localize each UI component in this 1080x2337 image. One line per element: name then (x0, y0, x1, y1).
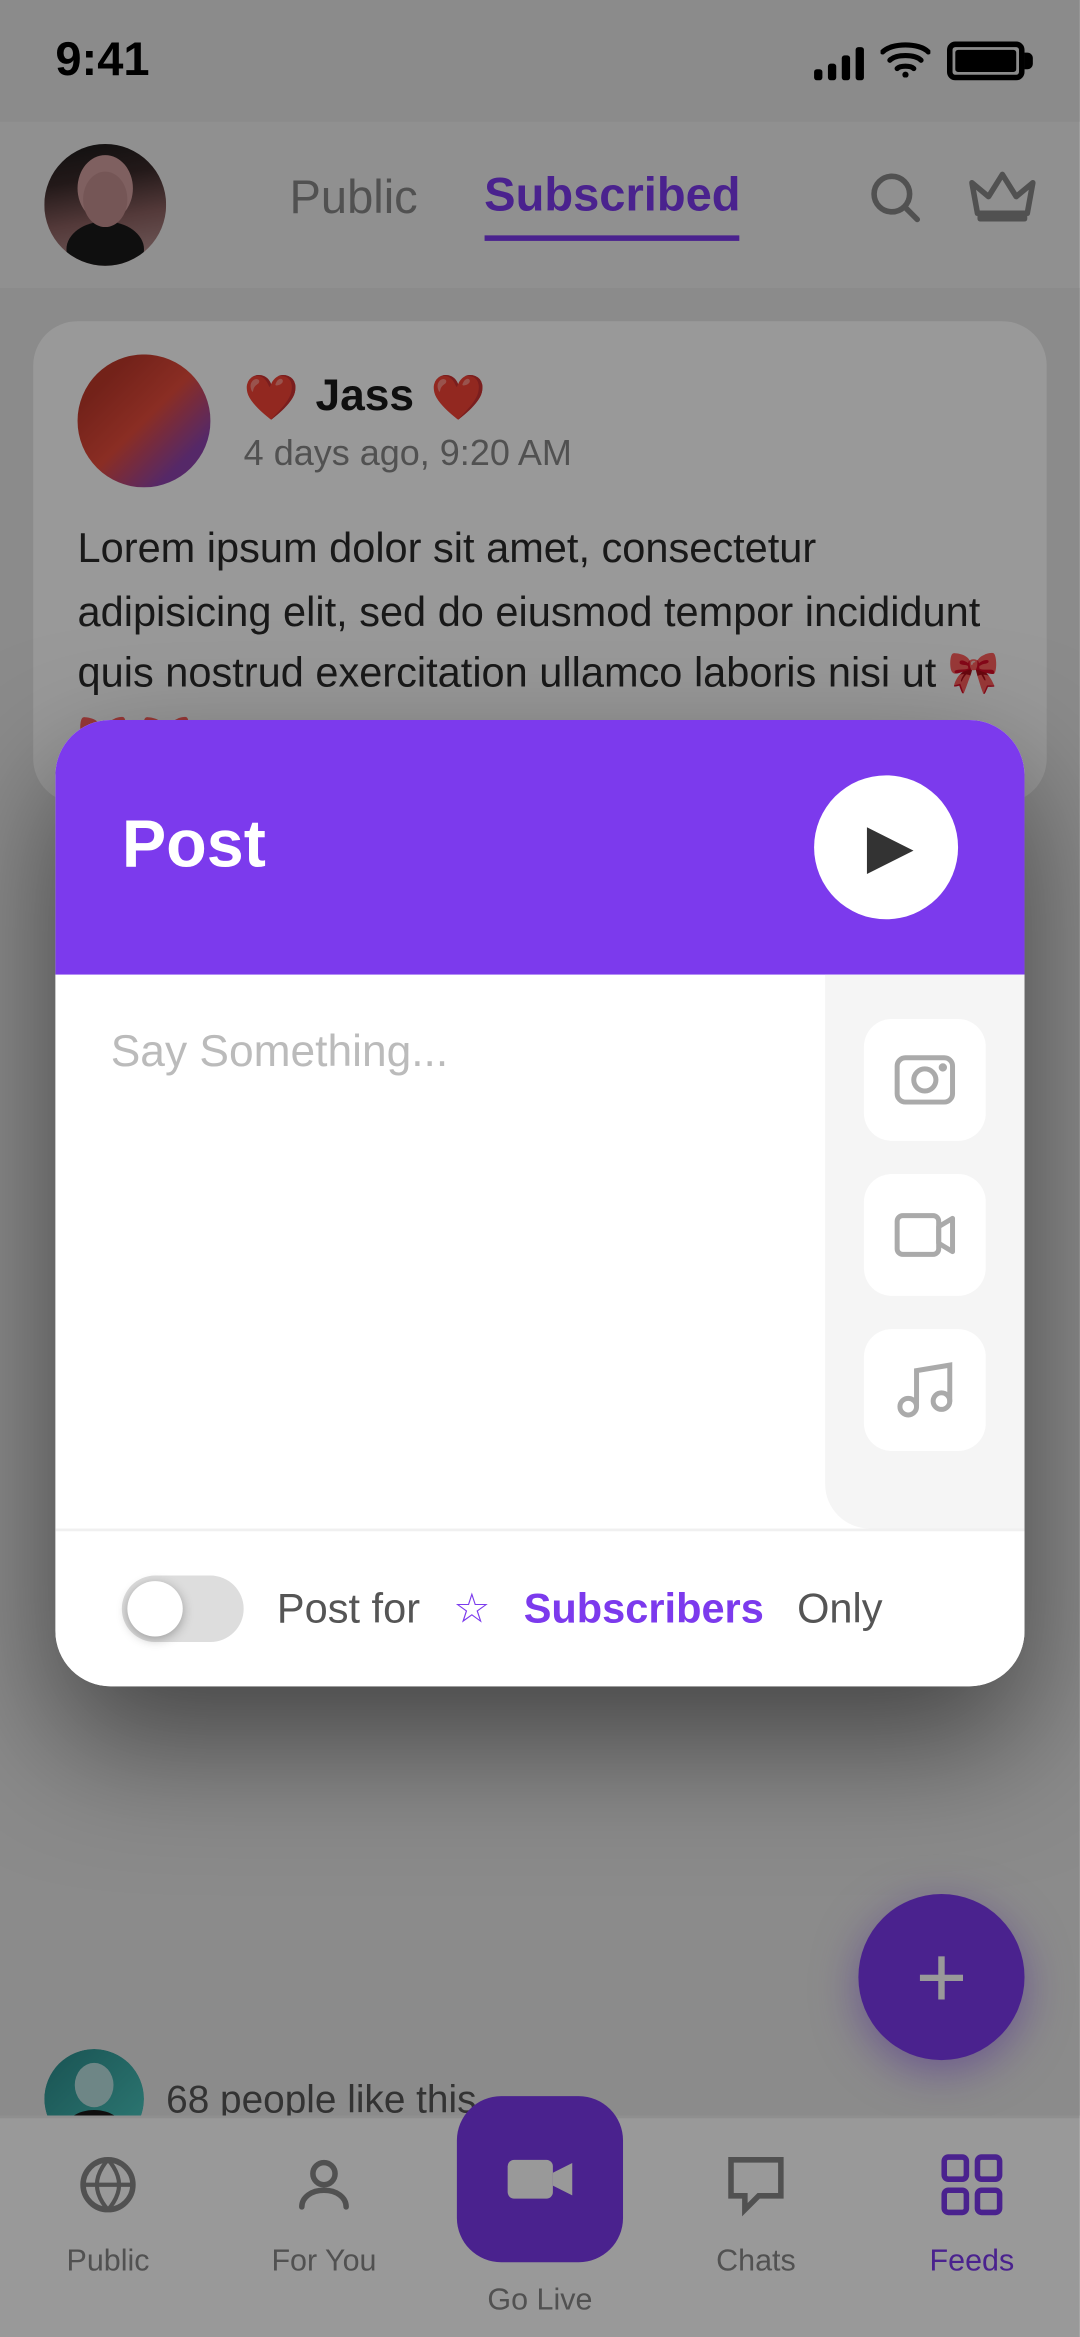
star-icon: ☆ (453, 1584, 490, 1634)
post-for-label: Post for (277, 1585, 420, 1632)
modal-footer: Post for ☆ Subscribers Only (55, 1528, 1024, 1686)
subscribers-toggle[interactable] (122, 1576, 244, 1642)
send-arrow-icon: ▶ (867, 811, 914, 883)
modal-body: Say Something... (55, 975, 1024, 1529)
photo-button[interactable] (864, 1019, 986, 1141)
video-button[interactable] (864, 1174, 986, 1296)
music-button[interactable] (864, 1329, 986, 1451)
subscribers-link[interactable]: Subscribers (524, 1585, 764, 1632)
post-text-area[interactable]: Say Something... (55, 975, 825, 1529)
media-buttons (825, 975, 1024, 1529)
only-label: Only (797, 1585, 882, 1632)
modal-title: Post (122, 809, 266, 887)
screen: 9:41 (0, 0, 1080, 2337)
send-button[interactable]: ▶ (814, 775, 958, 919)
post-placeholder: Say Something... (111, 1030, 448, 1077)
modal-header: Post ▶ (55, 720, 1024, 975)
post-modal: Post ▶ Say Something... (55, 720, 1024, 1686)
